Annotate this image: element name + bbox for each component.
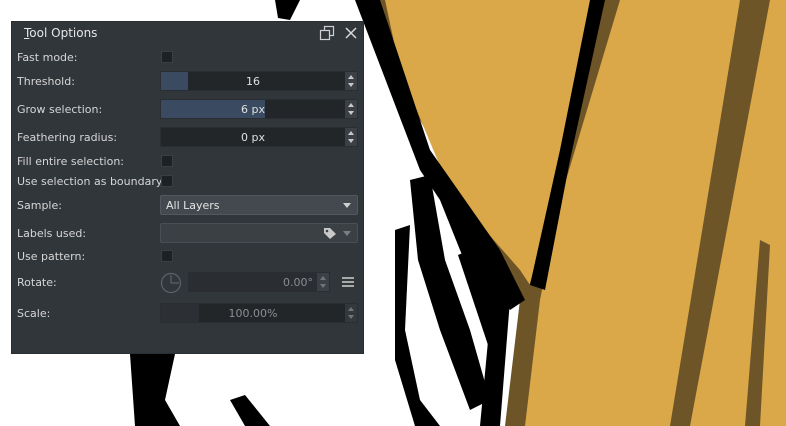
scale-stepper[interactable] — [345, 304, 357, 322]
threshold-row: Threshold: 16 — [12, 71, 363, 93]
rotate-stepper[interactable] — [317, 273, 329, 291]
fill-entire-selection-label: Fill entire selection: — [17, 155, 124, 168]
threshold-slider[interactable]: 16 — [160, 71, 358, 91]
threshold-value: 16 — [246, 75, 260, 88]
chevron-down-icon — [343, 231, 351, 236]
use-selection-boundary-row: Use selection as boundary: — [12, 171, 363, 193]
scale-slider[interactable]: 100.00% — [160, 303, 358, 323]
use-selection-boundary-checkbox[interactable] — [161, 175, 173, 187]
sample-row: Sample: All Layers — [12, 195, 363, 217]
chevron-down-icon — [343, 203, 351, 208]
close-icon[interactable] — [343, 25, 359, 41]
grow-selection-label: Grow selection: — [17, 103, 103, 116]
rotate-spinbox[interactable]: 0.00° — [188, 272, 330, 292]
title-rest: ool Options — [29, 26, 98, 40]
use-pattern-label: Use pattern: — [17, 250, 86, 263]
feathering-radius-stepper[interactable] — [345, 128, 357, 146]
scale-value: 100.00% — [228, 307, 278, 320]
threshold-stepper[interactable] — [345, 72, 357, 90]
labels-used-row: Labels used: — [12, 223, 363, 245]
threshold-label: Threshold: — [17, 75, 75, 88]
tag-icon — [324, 228, 336, 239]
grow-selection-stepper[interactable] — [345, 100, 357, 118]
float-window-icon[interactable] — [319, 25, 335, 41]
grow-selection-slider[interactable]: 6 px — [160, 99, 358, 119]
hamburger-menu-icon[interactable] — [341, 275, 355, 289]
fast-mode-row: Fast mode: — [12, 47, 363, 69]
sample-label: Sample: — [17, 199, 62, 212]
feathering-radius-value: 0 px — [241, 131, 265, 144]
rotate-value: 0.00° — [283, 276, 313, 289]
fill-entire-selection-row: Fill entire selection: — [12, 151, 363, 173]
scale-label: Scale: — [17, 307, 51, 320]
grow-selection-value: 6 px — [241, 103, 265, 116]
panel-titlebar[interactable]: Tool Options — [12, 22, 363, 44]
feathering-radius-slider[interactable]: 0 px — [160, 127, 358, 147]
tool-options-panel: Tool Options Fast mode: Threshold: 16 Gr… — [11, 21, 364, 354]
use-pattern-checkbox[interactable] — [161, 250, 173, 262]
grow-selection-row: Grow selection: 6 px — [12, 99, 363, 121]
use-selection-boundary-label: Use selection as boundary: — [17, 175, 166, 188]
feathering-radius-label: Feathering radius: — [17, 131, 118, 144]
labels-used-dropdown[interactable] — [160, 223, 358, 243]
fast-mode-checkbox[interactable] — [161, 51, 173, 63]
scale-row: Scale: 100.00% — [12, 303, 363, 325]
rotate-row: Rotate: 0.00° — [12, 272, 363, 294]
panel-title: Tool Options — [24, 26, 97, 40]
rotation-dial-icon[interactable] — [160, 272, 182, 294]
feathering-radius-row: Feathering radius: 0 px — [12, 127, 363, 149]
sample-dropdown[interactable]: All Layers — [160, 195, 358, 215]
labels-used-label: Labels used: — [17, 227, 87, 240]
fast-mode-label: Fast mode: — [17, 51, 78, 64]
sample-value: All Layers — [166, 199, 220, 212]
use-pattern-row: Use pattern: — [12, 246, 363, 268]
fill-entire-selection-checkbox[interactable] — [161, 155, 173, 167]
rotate-label: Rotate: — [17, 276, 57, 289]
